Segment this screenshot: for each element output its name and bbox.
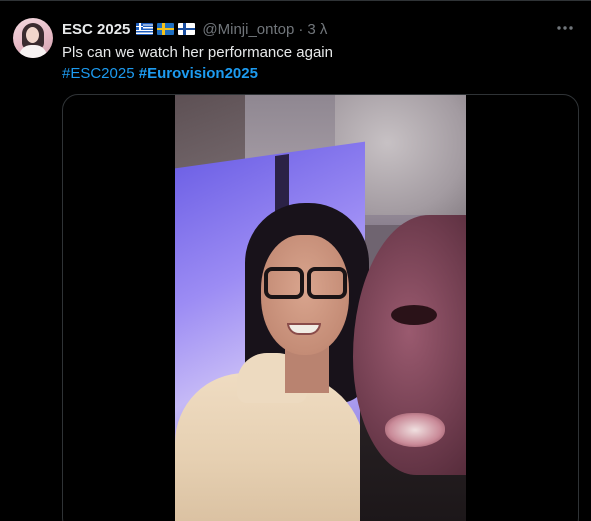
more-options-button[interactable] xyxy=(553,18,577,38)
tweet[interactable]: ESC 2025 @Minji_ontop · 3 λ Pls can we w… xyxy=(0,0,591,521)
sweden-flag-icon xyxy=(157,23,175,35)
greece-flag-icon xyxy=(136,23,154,35)
video-glasses-right xyxy=(307,267,347,299)
video-frame xyxy=(175,95,466,521)
tweet-hashtags: #ESC2025 #Eurovision2025 xyxy=(62,63,562,84)
avatar-body xyxy=(19,45,47,58)
avatar-face xyxy=(26,27,39,43)
tweet-body: Pls can we watch her performance again xyxy=(62,44,333,61)
separator-dot: · xyxy=(298,20,304,38)
hashtag-eurovision2025[interactable]: #Eurovision2025 xyxy=(139,65,258,82)
video-man-mouth xyxy=(385,413,445,447)
author-handle[interactable]: @Minji_ontop xyxy=(202,21,294,38)
video-glasses-left xyxy=(264,267,304,299)
video-media[interactable] xyxy=(62,94,579,521)
finland-flag-icon xyxy=(178,23,196,35)
tweet-timestamp[interactable]: 3 λ xyxy=(307,21,327,38)
more-icon xyxy=(557,26,573,30)
avatar[interactable] xyxy=(13,18,53,58)
hashtag-esc2025[interactable]: #ESC2025 xyxy=(62,65,135,82)
video-man-eye xyxy=(391,305,437,325)
tweet-text: Pls can we watch her performance again #… xyxy=(62,42,562,84)
tweet-header: ESC 2025 @Minji_ontop · 3 λ xyxy=(62,18,327,40)
author-name[interactable]: ESC 2025 xyxy=(62,21,130,38)
